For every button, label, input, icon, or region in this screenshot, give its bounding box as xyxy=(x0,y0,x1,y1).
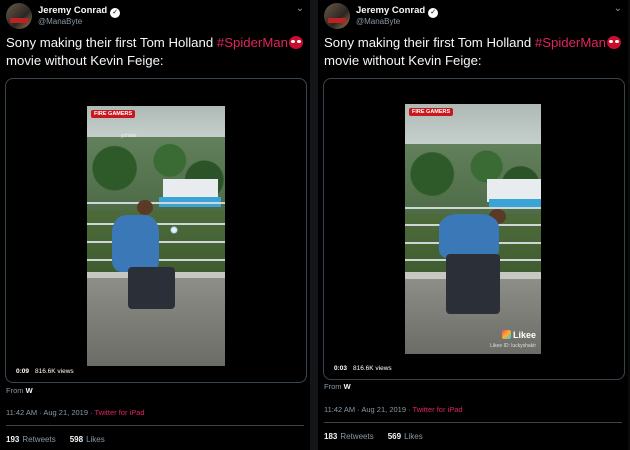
tweet-card-right: Jeremy Conrad ✓ @ManaByte ⌄ Sony making t… xyxy=(318,0,628,450)
likes-count[interactable]: 598 Likes xyxy=(70,435,105,444)
video-frame[interactable]: FIRE GAMERS Likee Likee ID: luckyshakir xyxy=(405,104,541,354)
tweet-timestamp: 11:42 AM · Aug 21, 2019 · Twitter for iP… xyxy=(6,408,145,417)
divider xyxy=(324,422,622,423)
from-label: From W xyxy=(6,386,33,395)
video-watermark: yshakir xyxy=(121,133,137,139)
video-player[interactable]: FIRE GAMERS yshakir 0:09 816.6K views xyxy=(5,78,307,383)
video-player[interactable]: FIRE GAMERS Likee Likee ID: luckyshakir … xyxy=(323,78,625,380)
likee-id: Likee ID: luckyshakir xyxy=(490,343,536,349)
tweet-stats: 183 Retweets 569 Likes xyxy=(324,432,423,441)
fire-gamers-badge: FIRE GAMERS xyxy=(91,110,136,118)
spiderman-emoji-icon xyxy=(606,36,621,49)
tweet-timestamp: 11:42 AM · Aug 21, 2019 · Twitter for iP… xyxy=(324,405,463,414)
panel-separator xyxy=(310,0,318,450)
tweet-text-end: movie without Kevin Feige: xyxy=(324,53,482,68)
likes-count[interactable]: 569 Likes xyxy=(388,432,423,441)
from-source-link[interactable]: W xyxy=(26,386,33,395)
author-handle[interactable]: @ManaByte xyxy=(38,17,82,26)
video-frame[interactable]: FIRE GAMERS yshakir xyxy=(87,106,225,366)
chevron-down-icon[interactable]: ⌄ xyxy=(296,3,304,14)
client-source-link[interactable]: Twitter for iPad xyxy=(95,408,145,417)
tweet-stats: 193 Retweets 598 Likes xyxy=(6,435,105,444)
video-info: 0:09 816.6K views xyxy=(12,366,78,377)
chevron-down-icon[interactable]: ⌄ xyxy=(614,3,622,14)
video-views: 816.6K views xyxy=(353,365,392,372)
hashtag-link[interactable]: #SpiderMan xyxy=(217,35,288,50)
spiderman-emoji-icon xyxy=(288,36,303,49)
video-time: 0:09 xyxy=(16,368,30,375)
fire-gamers-badge: FIRE GAMERS xyxy=(409,108,454,116)
tweet-text-end: movie without Kevin Feige: xyxy=(6,53,164,68)
tweet-text: Sony making their first Tom Holland #Spi… xyxy=(6,34,306,70)
verified-icon: ✓ xyxy=(110,8,121,18)
tweet-text-start: Sony making their first Tom Holland xyxy=(6,35,217,50)
from-label: From W xyxy=(324,382,351,391)
retweets-count[interactable]: 193 Retweets xyxy=(6,435,56,444)
tweet-card-left: Jeremy Conrad ✓ @ManaByte ⌄ Sony making t… xyxy=(0,0,310,450)
video-info: 0:03 816.6K views xyxy=(330,363,396,374)
client-source-link[interactable]: Twitter for iPad xyxy=(413,405,463,414)
likee-logo: Likee xyxy=(501,330,536,340)
tweet-header: Jeremy Conrad ✓ @ManaByte ⌄ xyxy=(6,3,304,31)
video-time: 0:03 xyxy=(334,365,348,372)
likee-icon xyxy=(501,330,511,339)
tweet-text-start: Sony making their first Tom Holland xyxy=(324,35,535,50)
tweet-text: Sony making their first Tom Holland #Spi… xyxy=(324,34,624,70)
hashtag-link[interactable]: #SpiderMan xyxy=(535,35,606,50)
verified-icon: ✓ xyxy=(428,8,439,18)
from-source-link[interactable]: W xyxy=(344,382,351,391)
retweets-count[interactable]: 183 Retweets xyxy=(324,432,374,441)
divider xyxy=(6,425,304,426)
avatar[interactable] xyxy=(324,3,350,29)
avatar[interactable] xyxy=(6,3,32,29)
video-views: 816.6K views xyxy=(35,368,74,375)
tweet-header: Jeremy Conrad ✓ @ManaByte ⌄ xyxy=(324,3,622,31)
author-handle[interactable]: @ManaByte xyxy=(356,17,400,26)
welding-spark xyxy=(169,225,178,234)
